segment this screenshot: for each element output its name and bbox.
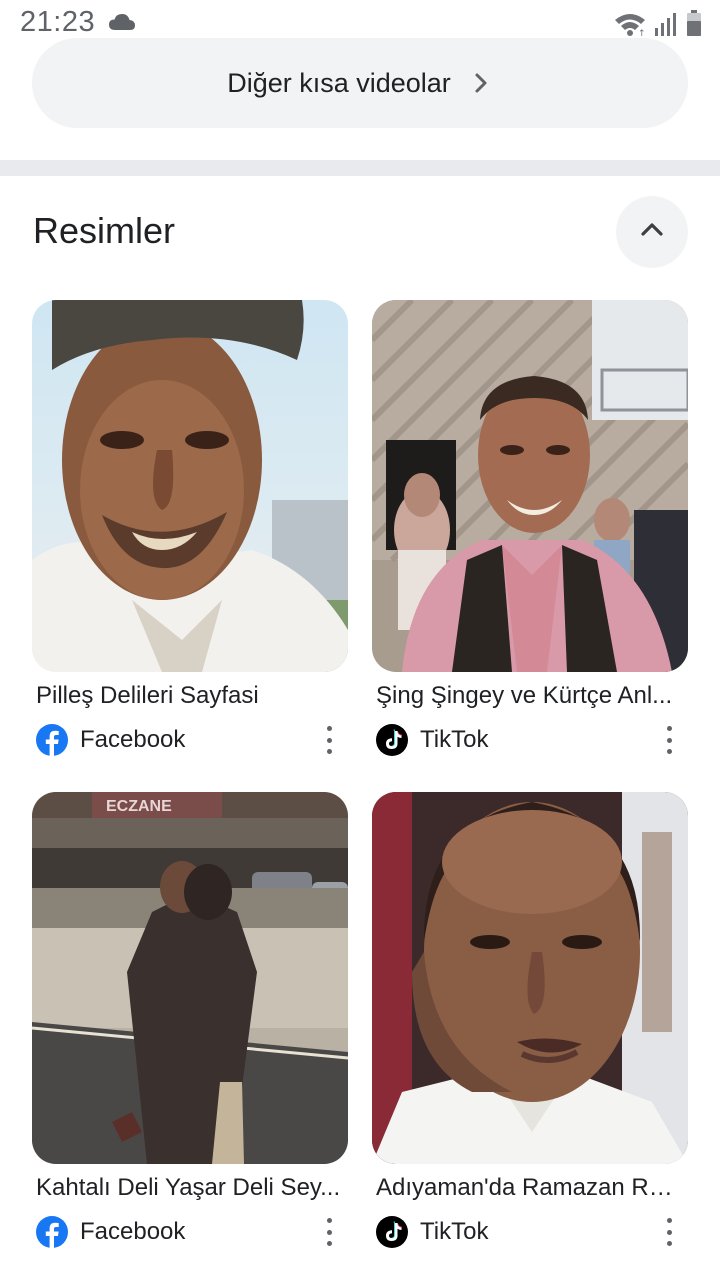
image-result-title[interactable]: Kahtalı Deli Yaşar Deli Sey... [32,1174,342,1202]
section-divider [0,160,720,176]
image-result-card[interactable]: Adıyaman'da Ramazan Rö... TikTok [372,792,688,1250]
svg-text:↑↓: ↑↓ [638,29,646,36]
image-result-source[interactable]: Facebook [32,1214,348,1250]
more-options-icon[interactable] [664,726,674,754]
more-options-icon[interactable] [664,1218,674,1246]
image-result-source[interactable]: TikTok [372,722,688,758]
collapse-section-button[interactable] [616,196,688,268]
source-name: Facebook [80,1218,186,1245]
image-thumbnail[interactable] [372,300,688,672]
image-result-card[interactable]: Pilleş Delileri Sayfasi Facebook [32,300,348,758]
image-thumbnail[interactable] [32,300,348,672]
wifi-icon: ↑↓ [614,12,653,41]
pharmacy-sign-text: ECZANE [106,798,172,815]
source-name: TikTok [420,726,489,753]
more-short-videos-button[interactable]: Diğer kısa videolar [32,38,688,128]
image-result-title[interactable]: Adıyaman'da Ramazan Rö... [372,1174,682,1202]
more-options-icon[interactable] [324,726,334,754]
image-result-source[interactable]: Facebook [32,722,348,758]
source-name: TikTok [420,1218,489,1245]
image-result-title[interactable]: Şing Şingey ve Kürtçe Anl... [372,682,682,710]
image-result-card[interactable]: ECZANE Kahtalı Deli Yaşar Deli Sey... Fa… [32,792,348,1250]
image-result-title[interactable]: Pilleş Delileri Sayfasi [32,682,342,710]
signal-icon [654,12,678,41]
image-result-source[interactable]: TikTok [372,1214,688,1250]
tiktok-icon [376,1216,408,1248]
images-section-title: Resimler [33,210,176,251]
facebook-icon [36,1216,68,1248]
image-thumbnail[interactable]: ECZANE [32,792,348,1164]
cloud-icon [108,12,136,37]
image-result-card[interactable]: Şing Şingey ve Kürtçe Anl... TikTok [372,300,688,758]
status-time: 21:23 [20,6,96,38]
chevron-right-icon [469,71,493,95]
source-name: Facebook [80,726,186,753]
more-options-icon[interactable] [324,1218,334,1246]
facebook-icon [36,724,68,756]
battery-icon [686,10,702,41]
more-short-videos-label: Diğer kısa videolar [227,67,451,98]
tiktok-icon [376,724,408,756]
image-thumbnail[interactable] [372,792,688,1164]
chevron-up-icon [638,216,666,249]
